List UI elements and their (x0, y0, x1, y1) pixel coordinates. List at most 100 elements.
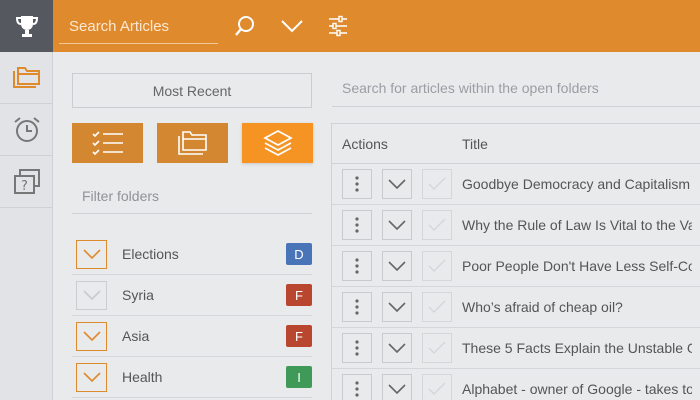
article-title[interactable]: Goodbye Democracy and Capitalism (462, 176, 692, 192)
article-search (59, 11, 218, 44)
more-actions-button[interactable] (342, 210, 372, 240)
more-actions-button[interactable] (342, 169, 372, 199)
search-button[interactable] (232, 13, 258, 39)
folder-badge: F (286, 325, 312, 347)
select-article-checkbox[interactable] (422, 374, 452, 400)
articles-table: Actions Title Goodbye Democracy and Capi… (331, 123, 700, 400)
expand-folder-button[interactable] (76, 321, 107, 351)
article-title[interactable]: Alphabet - owner of Google - takes to (462, 381, 692, 397)
folder-row[interactable]: Elections D (72, 234, 312, 275)
chevron-down-icon (281, 20, 303, 33)
article-filter (332, 71, 700, 107)
select-article-checkbox[interactable] (422, 169, 452, 199)
column-header-actions: Actions (342, 135, 388, 152)
check-icon (428, 218, 446, 231)
expand-article-button[interactable] (382, 333, 412, 363)
expand-folder-button[interactable] (76, 239, 107, 269)
more-actions-button[interactable] (342, 292, 372, 322)
table-row[interactable]: Why the Rule of Law Is Vital to the Va (332, 205, 700, 246)
select-article-checkbox[interactable] (422, 292, 452, 322)
folder-row[interactable]: Health I (72, 357, 312, 398)
chevron-down-icon (388, 220, 406, 230)
expand-article-button[interactable] (382, 374, 412, 400)
folder-name: Elections (122, 246, 179, 262)
search-icon (235, 16, 254, 36)
article-title[interactable]: Why the Rule of Law Is Vital to the Va (462, 217, 692, 233)
svg-text:?: ? (21, 179, 28, 194)
table-header: Actions Title (332, 124, 700, 164)
folder-view-button[interactable] (157, 123, 228, 163)
select-article-checkbox[interactable] (422, 333, 452, 363)
table-row[interactable]: Goodbye Democracy and Capitalism (332, 164, 700, 205)
expand-article-button[interactable] (382, 251, 412, 281)
kebab-menu-icon (355, 340, 359, 356)
chevron-down-icon (82, 372, 101, 382)
table-row[interactable]: These 5 Facts Explain the Unstable G (332, 328, 700, 369)
chevron-down-icon (388, 261, 406, 271)
article-title[interactable]: These 5 Facts Explain the Unstable G (462, 340, 692, 356)
left-rail: ? (0, 0, 53, 400)
chevron-down-icon (388, 343, 406, 353)
expand-folder-button[interactable] (76, 362, 107, 392)
sliders-icon (329, 15, 347, 37)
select-article-checkbox[interactable] (422, 251, 452, 281)
folder-badge: I (286, 366, 312, 388)
rail-unsorted[interactable]: ? (0, 156, 53, 208)
folder-name: Asia (122, 328, 150, 344)
filter-folders-input[interactable]: Filter folders (82, 188, 159, 204)
table-row[interactable]: Who’s afraid of cheap oil? (332, 287, 700, 328)
folder-name: Health (122, 369, 163, 385)
folder-name: Syria (122, 287, 154, 303)
kebab-menu-icon (355, 381, 359, 397)
chevron-down-icon (82, 290, 101, 300)
folder-row[interactable]: Asia F (72, 316, 312, 357)
chevron-down-icon (388, 179, 406, 189)
layers-icon (262, 130, 293, 156)
folder-badge: D (286, 243, 312, 265)
layers-view-button[interactable] (242, 123, 313, 163)
search-articles-input[interactable] (59, 11, 218, 41)
article-title[interactable]: Poor People Don't Have Less Self-Co (462, 258, 692, 274)
chevron-down-icon (82, 331, 101, 341)
rail-recent[interactable] (0, 104, 53, 156)
most-recent-button[interactable]: Most Recent (72, 73, 312, 108)
list-view-button[interactable] (72, 123, 143, 163)
rail-folders[interactable] (0, 52, 53, 104)
check-icon (428, 259, 446, 272)
kebab-menu-icon (355, 217, 359, 233)
select-article-checkbox[interactable] (422, 210, 452, 240)
folder-row[interactable]: Syria F (72, 275, 312, 316)
divider (72, 213, 312, 214)
folder-badge: F (286, 284, 312, 306)
check-icon (428, 341, 446, 354)
filter-settings-button[interactable] (325, 13, 351, 39)
trophy-logo[interactable] (0, 0, 53, 52)
expand-folder-button[interactable] (76, 280, 107, 310)
check-icon (428, 177, 446, 190)
dropdown-button[interactable] (279, 13, 305, 39)
expand-article-button[interactable] (382, 210, 412, 240)
column-header-title[interactable]: Title (462, 136, 488, 152)
check-icon (428, 382, 446, 395)
article-title[interactable]: Who’s afraid of cheap oil? (462, 299, 692, 315)
more-actions-button[interactable] (342, 251, 372, 281)
top-bar (53, 0, 700, 52)
table-row[interactable]: Alphabet - owner of Google - takes to (332, 369, 700, 400)
more-actions-button[interactable] (342, 374, 372, 400)
trophy-icon (15, 16, 38, 37)
table-row[interactable]: Poor People Don't Have Less Self-Co (332, 246, 700, 287)
question-cards-icon: ? (13, 168, 40, 194)
kebab-menu-icon (355, 299, 359, 315)
article-search-input[interactable] (332, 71, 700, 105)
chevron-down-icon (388, 384, 406, 394)
expand-article-button[interactable] (382, 292, 412, 322)
checklist-icon (91, 131, 123, 156)
chevron-down-icon (388, 302, 406, 312)
kebab-menu-icon (355, 258, 359, 274)
more-actions-button[interactable] (342, 333, 372, 363)
alarm-clock-icon (13, 116, 40, 142)
check-icon (428, 300, 446, 313)
kebab-menu-icon (355, 176, 359, 192)
folders-icon (177, 131, 207, 155)
expand-article-button[interactable] (382, 169, 412, 199)
